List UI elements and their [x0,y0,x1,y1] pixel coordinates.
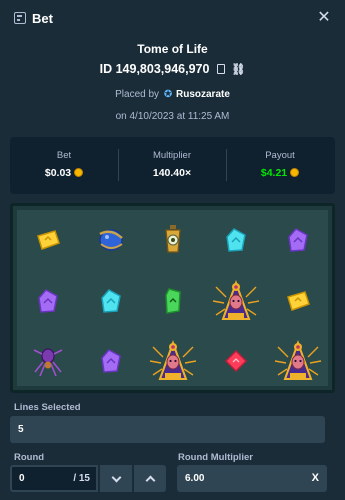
stats-panel: Bet $0.03 Multiplier 140.40× Payout $4.2… [10,137,335,194]
blue-orb-symbol [80,210,142,270]
round-value: 0 [19,473,25,484]
game-name: Tome of Life [137,42,208,56]
lines-selected-value: 5 [18,424,24,435]
chevron-up-icon [145,475,155,485]
bet-amount: $0.03 [44,167,72,179]
round-input[interactable]: 0 / 15 [10,465,98,492]
lantern-symbol [142,210,204,270]
link-icon[interactable]: ⛓ [231,63,245,76]
close-icon[interactable]: ✕ [315,9,333,27]
round-multiplier-value: 6.00 [185,473,205,484]
bet-id: ID 149,803,946,970 [99,62,210,76]
stat-multiplier-value: 140.40× [152,167,192,179]
lines-selected-field: 5 [10,416,325,443]
round-total: / 15 [73,473,90,484]
round-multiplier-suffix: X [311,472,319,484]
modal-header: Bet ✕ [0,0,345,36]
cyan-gem-symbol [80,271,142,331]
stat-bet-value: $0.03 [10,167,118,179]
reels-grid [17,210,328,386]
purple-gem-symbol [80,331,142,391]
red-gem-symbol [205,331,267,391]
spider-symbol [17,331,79,391]
purple-gem-symbol [17,271,79,331]
stat-multiplier-label: Multiplier [152,150,191,161]
round-next-button[interactable] [134,465,166,492]
stat-bet-label: Bet [56,150,72,161]
username-link[interactable]: Rusozarate [176,89,230,100]
purple-gem-symbol [267,210,329,270]
green-gem-symbol [142,271,204,331]
payout-amount: $4.21 [260,167,288,179]
coin-icon [74,168,84,177]
modal-title: Bet [32,11,53,26]
reels-board [10,203,335,393]
vip-star-icon: ✪ [163,89,173,100]
cyan-gem-symbol [205,210,267,270]
stat-payout-label: Payout [265,150,295,161]
stat-payout: Payout $4.21 [226,150,334,179]
placed-by-label: Placed by [115,89,160,100]
stat-payout-value: $4.21 [226,167,334,179]
bet-id-row: ID 149,803,946,970 ⛓ [0,62,345,76]
round-label: Round [14,452,45,463]
stat-bet: Bet $0.03 [10,150,118,179]
pharaoh-symbol [267,331,329,391]
coin-icon [290,168,300,177]
bet-slip-icon [14,12,26,24]
bet-date: on 4/10/2023 at 11:25 AM [115,111,230,122]
stat-multiplier: Multiplier 140.40× [118,150,226,179]
chevron-down-icon [111,472,121,482]
round-multiplier-field: 6.00 X [177,465,327,492]
placed-by: Placed by ✪ Rusozarate [0,89,345,100]
yellow-gem-symbol [17,210,79,270]
lines-selected-label: Lines Selected [14,402,81,413]
round-multiplier-label: Round Multiplier [178,452,253,463]
round-prev-button[interactable] [100,465,132,492]
yellow-gem-symbol [267,271,329,331]
copy-icon[interactable] [216,64,225,74]
pharaoh-symbol [142,331,204,391]
pharaoh-symbol [205,271,267,331]
